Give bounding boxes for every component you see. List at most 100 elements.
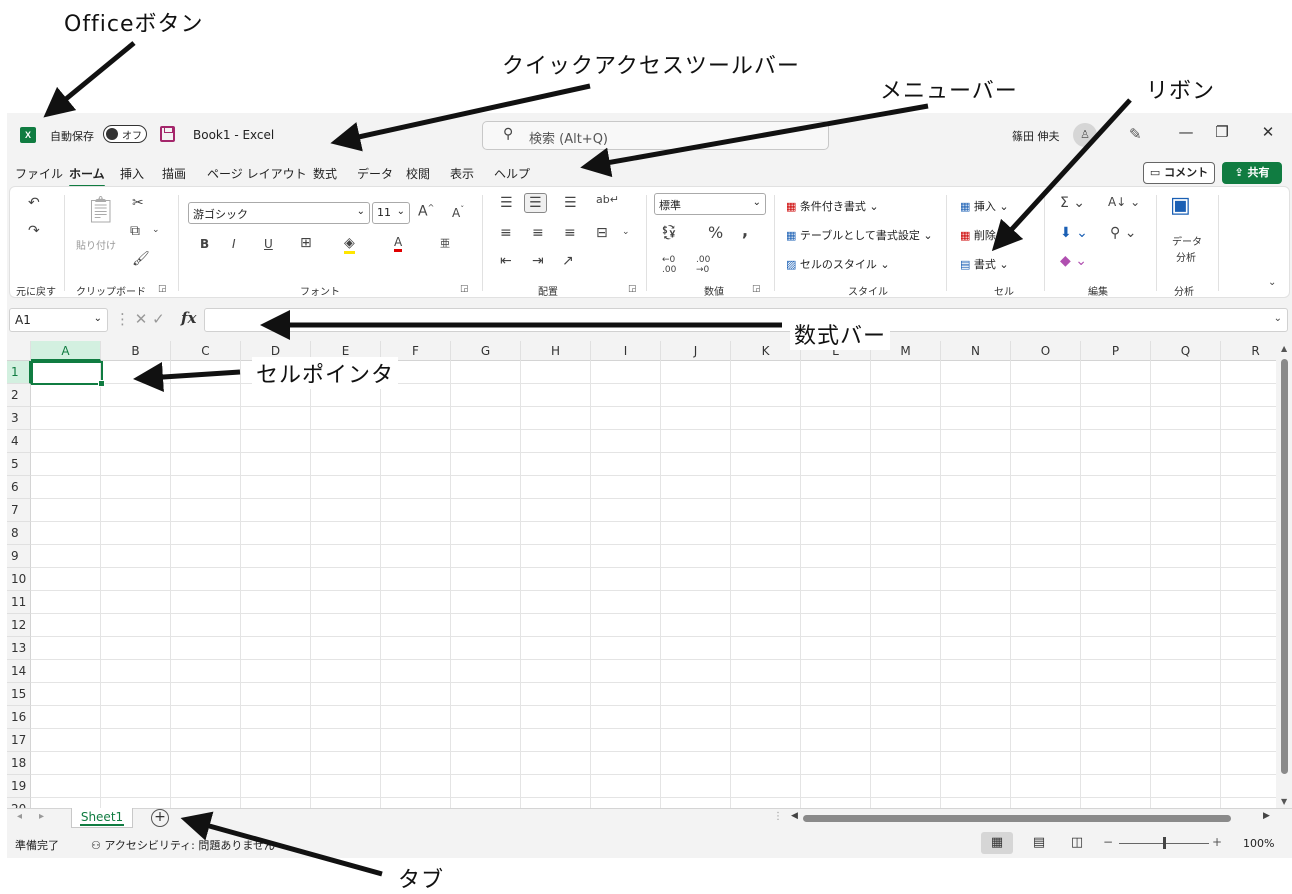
vertical-scrollbar[interactable]: ▲ ▼: [1278, 341, 1292, 808]
scroll-thumb[interactable]: [1281, 359, 1288, 774]
column-header[interactable]: N: [941, 341, 1011, 361]
chevron-down-icon[interactable]: ⌄: [622, 227, 630, 237]
data-analysis-icon[interactable]: ▣: [1170, 193, 1191, 218]
phonetic-icon[interactable]: 亜: [440, 235, 450, 250]
search-box[interactable]: ⚲ 検索 (Alt+Q): [482, 121, 829, 150]
formula-input[interactable]: ⌄: [204, 308, 1288, 332]
zoom-out-icon[interactable]: −: [1103, 835, 1113, 849]
column-header[interactable]: P: [1081, 341, 1151, 361]
undo-icon[interactable]: ↶: [28, 195, 40, 211]
cancel-confirm-icons[interactable]: ⋮ ✕ ✓: [115, 310, 165, 328]
align-left-icon[interactable]: ≡: [500, 225, 512, 241]
close-icon[interactable]: ✕: [1253, 123, 1283, 141]
underline-icon[interactable]: U: [264, 237, 273, 251]
launcher-icon[interactable]: ◲: [158, 284, 167, 294]
launcher-icon[interactable]: ◲: [752, 284, 761, 294]
row-header[interactable]: 1: [7, 361, 31, 384]
sort-filter-icon[interactable]: A↓ ⌄: [1108, 195, 1140, 209]
number-format-select[interactable]: 標準 ⌄: [654, 193, 766, 215]
redo-icon[interactable]: ↷: [28, 223, 40, 239]
align-middle-icon[interactable]: ☰: [524, 193, 547, 213]
row-header[interactable]: 5: [7, 453, 31, 476]
row-header[interactable]: 17: [7, 729, 31, 752]
share-button[interactable]: ⇪ 共有: [1222, 162, 1282, 184]
scroll-up-icon[interactable]: ▲: [1281, 344, 1287, 353]
insert-cells-button[interactable]: ▦ 挿入 ⌄: [960, 198, 1009, 214]
column-header[interactable]: G: [451, 341, 521, 361]
pen-icon[interactable]: ✎: [1129, 125, 1142, 143]
comment-button[interactable]: ▭ コメント: [1143, 162, 1215, 184]
delete-cells-button[interactable]: ▦ 削除 ⌄: [960, 227, 1009, 243]
prev-sheet-icon[interactable]: ◂: [17, 811, 22, 822]
chevron-down-icon[interactable]: ⌄: [152, 225, 160, 235]
column-header[interactable]: C: [171, 341, 241, 361]
autosave-toggle[interactable]: オフ: [103, 125, 147, 143]
row-header[interactable]: 19: [7, 775, 31, 798]
scroll-down-icon[interactable]: ▼: [1281, 797, 1287, 806]
scroll-right-icon[interactable]: ▶: [1263, 811, 1270, 821]
name-box[interactable]: A1 ⌄: [9, 308, 108, 332]
align-bottom-icon[interactable]: ☰: [564, 195, 577, 211]
horizontal-scroll-thumb[interactable]: [803, 815, 1231, 822]
restore-icon[interactable]: ❐: [1207, 123, 1237, 141]
data-analysis-label-2[interactable]: 分析: [1176, 249, 1196, 264]
column-header[interactable]: R: [1221, 341, 1276, 361]
row-header[interactable]: 3: [7, 407, 31, 430]
cell-pointer[interactable]: [31, 361, 105, 387]
decrease-decimal-icon[interactable]: .00 →0: [696, 255, 710, 275]
conditional-format-button[interactable]: ▦ 条件付き書式 ⌄: [786, 198, 879, 214]
page-layout-view-icon[interactable]: ▤: [1023, 832, 1055, 854]
row-header[interactable]: 14: [7, 660, 31, 683]
tab-data[interactable]: データ: [357, 165, 393, 182]
collapse-ribbon-icon[interactable]: ⌄: [1268, 277, 1276, 288]
row-header[interactable]: 8: [7, 522, 31, 545]
paste-icon[interactable]: 📋︎: [84, 195, 117, 225]
autosum-icon[interactable]: Σ ⌄: [1060, 195, 1085, 211]
launcher-icon[interactable]: ◲: [460, 284, 469, 294]
row-header[interactable]: 2: [7, 384, 31, 407]
zoom-in-icon[interactable]: +: [1212, 835, 1222, 849]
next-sheet-icon[interactable]: ▸: [39, 811, 44, 822]
tab-insert[interactable]: 挿入: [120, 165, 144, 182]
column-header[interactable]: Q: [1151, 341, 1221, 361]
copy-icon[interactable]: ⧉: [130, 223, 140, 239]
tab-file[interactable]: ファイル: [15, 165, 63, 182]
font-size-select[interactable]: 11 ⌄: [372, 202, 410, 224]
tab-help[interactable]: ヘルプ: [494, 165, 530, 182]
clear-icon[interactable]: ◆ ⌄: [1060, 253, 1087, 269]
increase-indent-icon[interactable]: ⇥: [532, 253, 544, 269]
fill-color-icon[interactable]: ◈: [344, 235, 355, 254]
page-break-view-icon[interactable]: ◫: [1061, 832, 1093, 854]
decrease-indent-icon[interactable]: ⇤: [500, 253, 512, 269]
tab-page-layout[interactable]: ページ レイアウト: [207, 165, 307, 182]
select-all-corner[interactable]: [7, 341, 31, 361]
column-header[interactable]: J: [661, 341, 731, 361]
column-header[interactable]: O: [1011, 341, 1081, 361]
align-top-icon[interactable]: ☰: [500, 195, 513, 211]
currency-icon[interactable]: 💱︎: [660, 225, 678, 241]
align-right-icon[interactable]: ≡: [564, 225, 576, 241]
orientation-icon[interactable]: ↗: [562, 253, 574, 269]
font-name-select[interactable]: 游ゴシック ⌄: [188, 202, 370, 224]
add-sheet-icon[interactable]: +: [151, 809, 169, 827]
save-icon[interactable]: [160, 126, 175, 142]
row-header[interactable]: 4: [7, 430, 31, 453]
cut-icon[interactable]: ✂: [132, 195, 144, 211]
excel-logo-icon[interactable]: X: [20, 127, 36, 143]
splitter-icon[interactable]: ⋮: [773, 811, 783, 822]
row-header[interactable]: 20: [7, 798, 31, 808]
row-header[interactable]: 16: [7, 706, 31, 729]
launcher-icon[interactable]: ◲: [628, 284, 637, 294]
increase-decimal-icon[interactable]: ←0.00: [662, 255, 676, 275]
column-header[interactable]: B: [101, 341, 171, 361]
format-painter-icon[interactable]: 🖌︎: [132, 251, 150, 267]
zoom-level[interactable]: 100%: [1243, 837, 1274, 850]
italic-icon[interactable]: I: [232, 237, 236, 251]
row-header[interactable]: 7: [7, 499, 31, 522]
row-header[interactable]: 12: [7, 614, 31, 637]
spreadsheet-grid[interactable]: ABCDEFGHIJKLMNOPQR 1 2 3 4 5 6 7 8 9 10 11 12 13 14 15…: [7, 341, 1276, 808]
comma-icon[interactable]: ,: [742, 221, 748, 240]
fill-icon[interactable]: ⬇ ⌄: [1060, 225, 1088, 241]
find-icon[interactable]: ⚲ ⌄: [1110, 225, 1136, 241]
row-header[interactable]: 11: [7, 591, 31, 614]
